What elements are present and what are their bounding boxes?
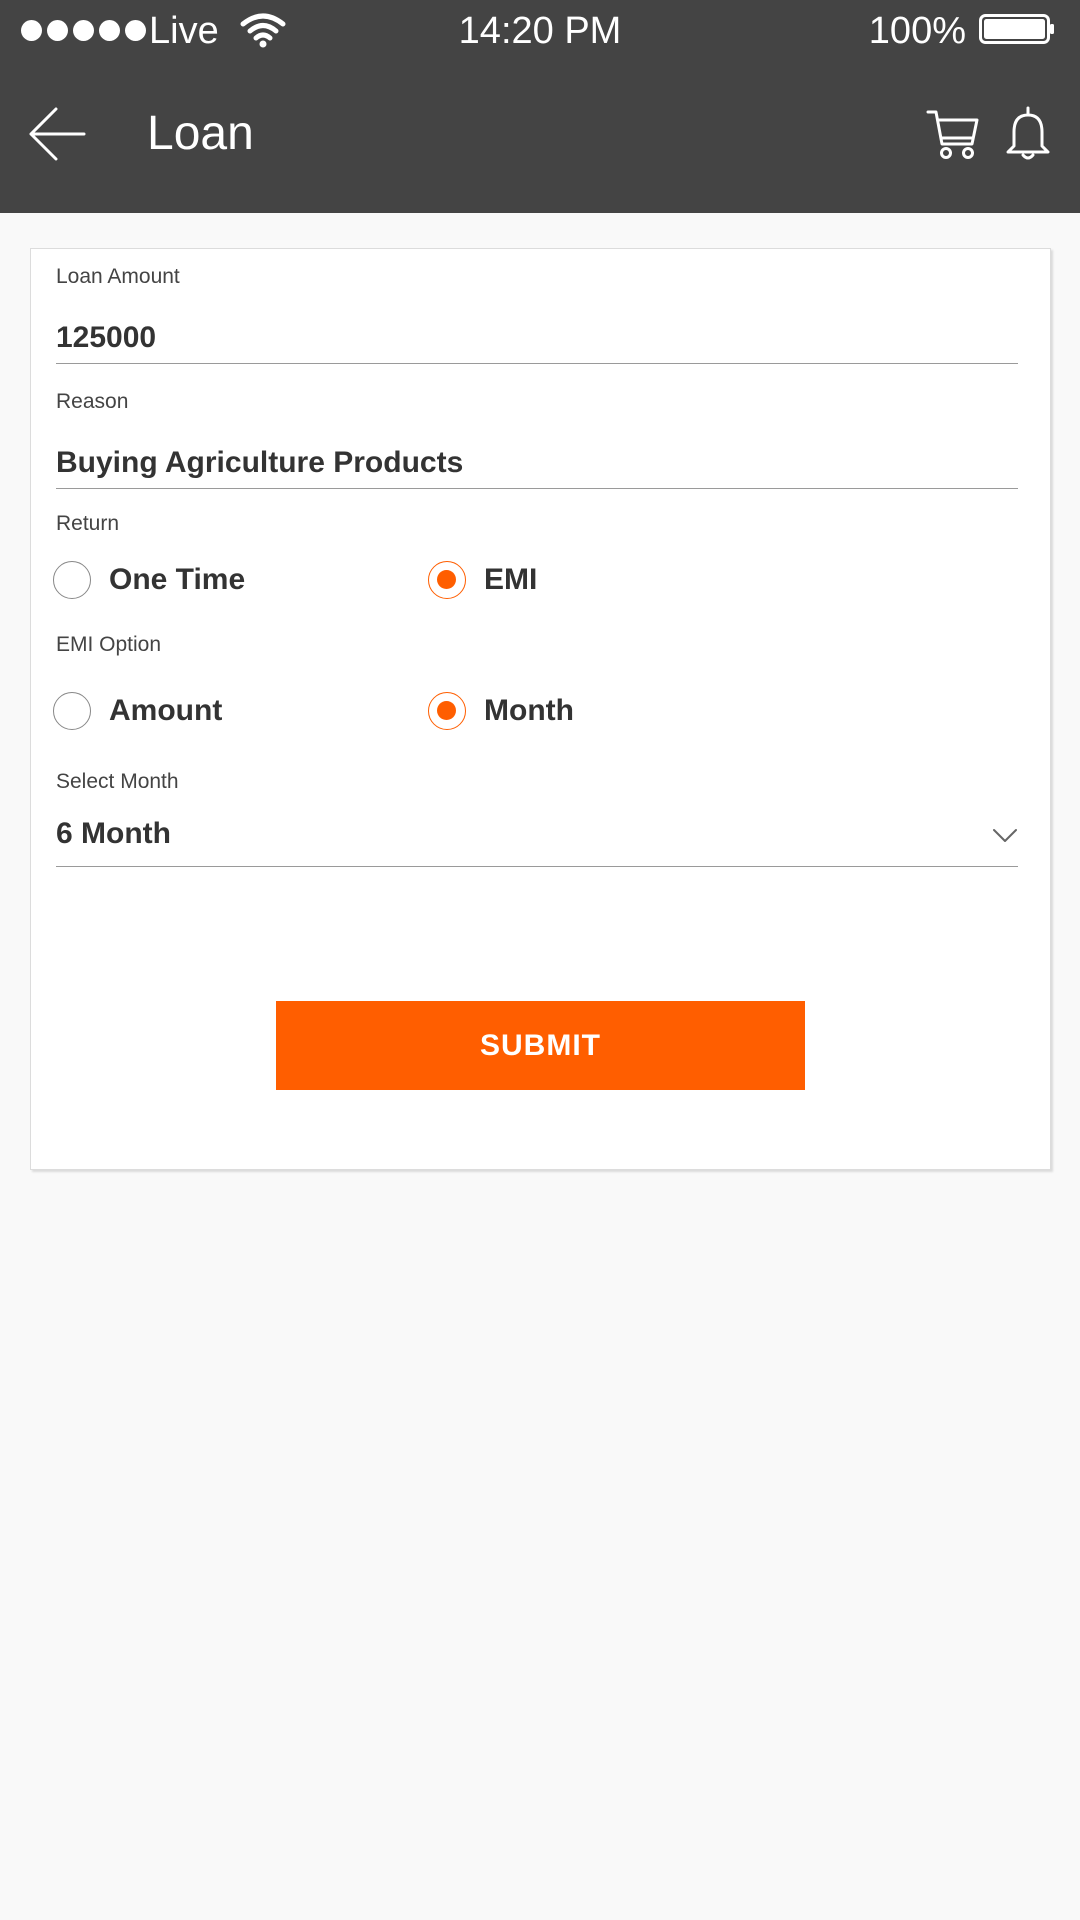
submit-button[interactable]: SUBMIT xyxy=(276,1001,805,1090)
battery-percentage: 100% xyxy=(868,10,966,52)
app-header: Live 14:20 PM 100% Loan xyxy=(0,0,1080,213)
cart-icon[interactable] xyxy=(926,108,980,160)
bell-icon[interactable] xyxy=(1004,106,1052,162)
month-select[interactable]: 6 Month xyxy=(56,811,1018,867)
emi-option-amount[interactable]: Amount xyxy=(53,690,222,732)
emi-option-option-label: Month xyxy=(484,694,574,727)
status-bar: Live 14:20 PM 100% xyxy=(0,0,1080,62)
loan-form-card: Loan Amount Reason Return One Time EMI E… xyxy=(30,248,1051,1170)
loan-amount-label: Loan Amount xyxy=(56,265,180,288)
select-month-label: Select Month xyxy=(56,770,179,793)
radio-button-checked-icon xyxy=(428,692,466,730)
loan-amount-input[interactable] xyxy=(56,312,1018,364)
battery-icon xyxy=(979,14,1054,44)
return-option-one-time[interactable]: One Time xyxy=(53,559,245,601)
return-option-emi[interactable]: EMI xyxy=(428,559,537,601)
radio-button-icon xyxy=(53,692,91,730)
emi-option-month[interactable]: Month xyxy=(428,690,574,732)
radio-button-icon xyxy=(53,561,91,599)
month-select-value: 6 Month xyxy=(56,817,171,850)
reason-label: Reason xyxy=(56,390,129,413)
emi-option-label: EMI Option xyxy=(56,633,162,656)
chevron-down-icon xyxy=(993,829,1017,842)
reason-input[interactable] xyxy=(56,437,1018,489)
return-option-label: One Time xyxy=(109,563,246,596)
return-label: Return xyxy=(56,512,120,535)
return-option-label: EMI xyxy=(484,563,538,596)
radio-button-checked-icon xyxy=(428,561,466,599)
emi-option-option-label: Amount xyxy=(109,694,223,727)
back-button[interactable] xyxy=(26,105,88,163)
page-title: Loan xyxy=(147,107,254,160)
